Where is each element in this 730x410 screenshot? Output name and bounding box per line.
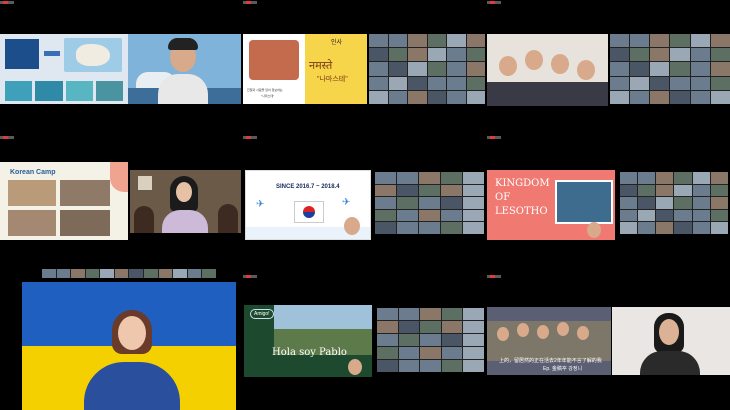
child-left (134, 206, 154, 233)
participant-face (344, 217, 360, 235)
participant-tile-pablo[interactable]: Amigo! Hola soy Pablo (244, 305, 372, 377)
recording-indicator (487, 275, 501, 278)
participant-face (118, 316, 146, 350)
recording-indicator (487, 136, 501, 139)
recording-indicator (487, 1, 501, 4)
participant-face (659, 319, 679, 345)
participant-tile-woman-classroom[interactable] (130, 170, 241, 233)
person-face (499, 56, 517, 76)
person-face (551, 54, 569, 74)
people-clothes (487, 82, 608, 106)
hello-label: 인사 (331, 40, 343, 46)
child-face (497, 327, 509, 341)
gallery-view-3[interactable] (375, 172, 484, 234)
subtitle-line1: 上的，留居然的正在活去2年年能不言了解的我 (499, 358, 602, 364)
recording-indicator (243, 136, 257, 139)
camp-photo (8, 210, 56, 236)
recording-indicator (0, 1, 14, 4)
person-face (577, 60, 595, 80)
recording-indicator (243, 275, 257, 278)
wall-poster (138, 176, 152, 190)
participant-tile-woman-white[interactable] (612, 307, 730, 375)
subtitle-line2: Ep. 金稿夲 강정니 (543, 366, 583, 372)
camp-photo (60, 210, 110, 236)
lesotho-title-line2: OF (495, 192, 511, 203)
corner-blob (110, 162, 128, 192)
gallery-view-2[interactable] (610, 34, 730, 104)
person-face (525, 50, 543, 70)
lesotho-title-line3: LESOTHO (495, 206, 548, 217)
lesotho-photo (555, 180, 613, 224)
camp-photo (8, 180, 56, 206)
korean-camp-title: Korean Camp (10, 169, 56, 176)
korea-flag-icon (294, 201, 324, 223)
participant-shirt (158, 74, 208, 104)
participant-tile-lesotho[interactable]: KINGDOM OF LESOTHO (487, 170, 615, 240)
participant-hair (168, 38, 198, 50)
australia-map-icon (64, 38, 122, 72)
participant-tile-australia[interactable] (0, 34, 128, 104)
participant-tile-since[interactable]: SINCE 2016.7 ~ 2018.4 ✈ ✈ (245, 170, 371, 240)
pablo-greeting: Hola soy Pablo (272, 347, 347, 358)
participant-tile-namaste[interactable]: 인사 नमस्ते "나마스테" 친절과 사람을 담아 정보하는 "나마스테" (243, 34, 367, 104)
participant-shirt (640, 351, 700, 375)
participant-shirt (162, 210, 208, 233)
participant-tile-children[interactable]: 上的，留居然的正在活去2年年能不言了解的我 Ep. 金稿夲 강정니 (487, 307, 611, 375)
recording-indicator (243, 1, 257, 4)
airplane-icon: ✈ (342, 197, 351, 208)
child-right (218, 204, 238, 233)
child-face (537, 325, 549, 339)
gallery-view-4[interactable] (620, 172, 728, 234)
caption-line1: 친절과 사람을 담아 정보하는 (247, 88, 283, 92)
participant-face (587, 222, 601, 238)
arrow-icon (44, 51, 60, 56)
namaste-korean: "나마스테" (317, 76, 348, 83)
child-face (557, 322, 569, 336)
amigo-badge: Amigo! (250, 309, 274, 319)
namaste-text: नमस्ते (309, 59, 333, 72)
participant-tile-korean-camp[interactable]: Korean Camp (0, 162, 128, 240)
participant-tile-ukraine[interactable] (22, 282, 236, 410)
child-face (517, 323, 529, 337)
participant-tile-group-selfie[interactable] (487, 34, 608, 106)
thumbnail-strip[interactable] (42, 269, 216, 278)
child-face (577, 326, 589, 340)
lesotho-title-line1: KINGDOM (495, 178, 550, 189)
photo-strip (5, 81, 123, 101)
gallery-view-5[interactable] (377, 308, 484, 372)
participant-face (348, 359, 362, 375)
logo-box (5, 39, 39, 69)
recording-indicator (0, 136, 14, 139)
since-title: SINCE 2016.7 ~ 2018.4 (276, 184, 340, 190)
participant-face (176, 182, 192, 202)
gallery-view-1[interactable] (369, 34, 485, 104)
camp-photo (60, 180, 110, 206)
airplane-icon: ✈ (256, 199, 265, 210)
participant-tile-man-sydney[interactable] (128, 34, 241, 104)
caption-line2: "나마스테" (261, 94, 275, 98)
